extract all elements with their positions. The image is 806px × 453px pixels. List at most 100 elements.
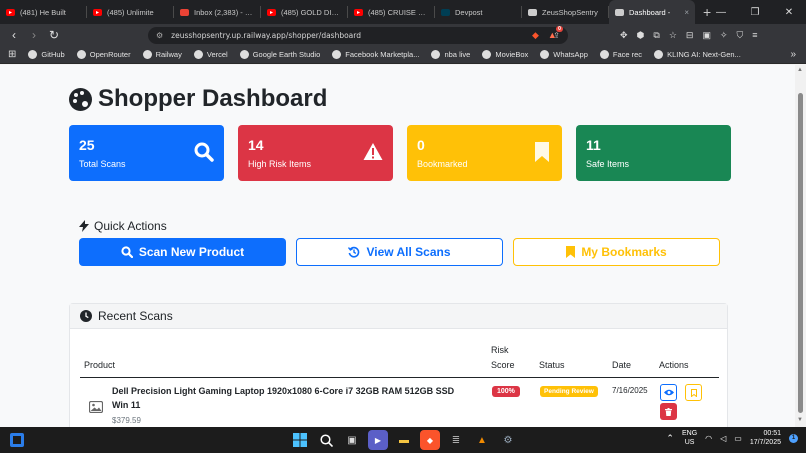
page-content: Shopper Dashboard 25 Total Scans 14 High… (0, 65, 795, 427)
bookmark-item[interactable]: nba live (431, 50, 470, 59)
bookmark-label: nba live (444, 50, 471, 59)
bookmark-button[interactable] (685, 384, 702, 401)
clock[interactable]: 00:51 17/7/2025 (750, 429, 781, 447)
column-header-actions: Actions (659, 360, 689, 370)
youtube-icon: ▸ (267, 8, 276, 16)
table-header-divider (80, 377, 719, 378)
language-indicator[interactable]: ENG US (682, 429, 697, 447)
bookmark-item[interactable]: Face rec (599, 50, 642, 59)
scrollbar-thumb[interactable] (798, 93, 803, 413)
tray-overflow-icon[interactable]: ⌃ (666, 433, 674, 444)
close-tab-icon[interactable]: × (684, 8, 689, 17)
address-bar[interactable]: ⚙ zeusshopsentry.up.railway.app/shopper/… (148, 27, 568, 44)
bookmark-item[interactable]: OpenRouter (76, 50, 131, 59)
url-text[interactable]: zeusshopsentry.up.railway.app/shopper/da… (171, 31, 361, 40)
database-icon[interactable]: ≣ (446, 430, 466, 450)
browser-tab[interactable]: ZeusShopSentry (522, 0, 608, 24)
bookmark-label: OpenRouter (89, 50, 131, 59)
reload-icon[interactable]: ↻ (44, 28, 64, 42)
recent-scans-card: Recent Scans Product Risk Score Status D… (69, 303, 728, 427)
quick-actions-title: Quick Actions (94, 219, 167, 233)
vpn-icon[interactable]: ⛉ (737, 30, 744, 41)
bookmark-item[interactable]: Railway (142, 50, 182, 59)
browser-tab[interactable]: Inbox (2,383) - zw (174, 0, 260, 24)
tab-title: (485) CRUISE SHI (368, 7, 428, 17)
minimize-button[interactable]: — (704, 7, 738, 18)
battery-icon[interactable]: ▭ (734, 434, 742, 443)
page-scrollbar[interactable]: ▲ ▼ (795, 65, 806, 427)
column-header-product: Product (84, 360, 116, 370)
bookmark-star-icon[interactable]: ☆ (669, 30, 677, 41)
browser-tab[interactable]: ▸ (485) CRUISE SHI (348, 0, 434, 24)
task-view-icon[interactable]: ▣ (342, 430, 362, 450)
bookmark-item[interactable]: Facebook Marketpla... (332, 50, 419, 59)
close-window-button[interactable]: ✕ (772, 7, 806, 18)
menu-icon[interactable]: ≡ (752, 30, 757, 40)
stat-card-total-scans: 25 Total Scans (69, 125, 224, 181)
settings-gear-icon[interactable]: ⚙ (498, 430, 518, 450)
risk-score-badge: 100% (492, 386, 520, 397)
bookmark-label: Vercel (206, 50, 228, 59)
bookmark-item[interactable]: MovieBox (482, 50, 528, 59)
brave-browser-icon[interactable]: ◆ (420, 430, 440, 450)
brave-rewards-icon[interactable]: ▲ 0 (548, 26, 563, 40)
browser-tab[interactable]: ▸ (485) Unlimite (87, 0, 173, 24)
teams-icon[interactable]: ▶ (368, 430, 388, 450)
earth-icon (239, 50, 249, 59)
file-explorer-icon[interactable]: ▬ (394, 430, 414, 450)
brave-shield-icon[interactable]: ◆ (532, 30, 539, 41)
site-info-icon[interactable]: ⚙ (156, 31, 163, 40)
view-button[interactable] (660, 384, 677, 401)
sidebar-icon[interactable]: ⊟ (686, 30, 694, 41)
leo-ai-icon[interactable]: ✧ (720, 30, 728, 41)
browser-tab[interactable]: ▸ (481) He Built (0, 0, 86, 24)
toolbar: ‹ › ↻ ⚙ zeusshopsentry.up.railway.app/sh… (0, 24, 806, 46)
bookmark-outline-icon (690, 388, 697, 397)
youtube-icon: ▸ (354, 8, 363, 16)
widgets-icon[interactable] (10, 433, 24, 447)
bookmark-item[interactable]: Google Earth Studio (239, 50, 320, 59)
more-bookmarks-icon[interactable]: » (790, 49, 796, 60)
maximize-button[interactable]: ❐ (738, 7, 772, 18)
moviebox-icon (482, 50, 492, 59)
view-all-scans-button[interactable]: View All Scans (296, 238, 503, 266)
bookmark-item[interactable]: Vercel (193, 50, 228, 59)
trash-icon (665, 407, 672, 416)
my-bookmarks-button[interactable]: My Bookmarks (513, 238, 720, 266)
scan-new-product-button[interactable]: Scan New Product (79, 238, 286, 266)
bookmark-item[interactable]: WhatsApp (540, 50, 588, 59)
back-button[interactable]: ‹ (4, 28, 24, 42)
globe-icon (615, 8, 624, 16)
column-header-status: Status (539, 360, 565, 370)
extension-2-icon[interactable]: ⬢ (637, 30, 645, 41)
stat-card-high-risk: 14 High Risk Items (238, 125, 393, 181)
search-icon (194, 142, 214, 162)
bookmark-item[interactable]: KLING AI: Next-Gen... (654, 50, 741, 59)
vlc-icon[interactable]: ▲ (472, 430, 492, 450)
browser-tab[interactable]: Dashboard - × (609, 0, 695, 24)
scroll-down-arrow[interactable]: ▼ (797, 417, 803, 423)
quick-actions: Scan New Product View All Scans My Bookm… (79, 238, 720, 266)
vercel-icon (193, 50, 203, 59)
facebook-icon (332, 50, 342, 59)
wifi-icon[interactable]: ◠ (705, 434, 712, 443)
forward-button[interactable]: › (24, 28, 44, 42)
start-windows-icon[interactable] (290, 430, 310, 450)
wallet-icon[interactable]: ▣ (702, 30, 711, 41)
search-icon[interactable] (316, 430, 336, 450)
image-placeholder-icon (89, 401, 103, 413)
apps-grid-icon[interactable]: ⊞ (8, 49, 16, 60)
delete-button[interactable] (660, 403, 677, 420)
notification-badge[interactable]: 1 (789, 433, 798, 443)
product-name[interactable]: Dell Precision Light Gaming Laptop 1920x… (112, 384, 472, 412)
bookmark-item[interactable]: GitHub (28, 50, 65, 59)
taskbar: ▣ ▶ ▬ ◆ ≣ ▲ ⚙ ⌃ ENG US ◠ ◁ ▭ 00:51 17/7/… (0, 427, 806, 453)
scroll-up-arrow[interactable]: ▲ (797, 67, 803, 73)
devpost-icon (441, 8, 450, 16)
extension-1-icon[interactable]: ✥ (620, 30, 628, 41)
browser-tab[interactable]: Devpost (435, 0, 521, 24)
extensions-icon[interactable]: ⧉ (653, 30, 659, 41)
browser-tab[interactable]: ▸ (485) GOLD DIGG (261, 0, 347, 24)
volume-icon[interactable]: ◁ (720, 434, 726, 443)
gmail-icon (180, 8, 189, 16)
